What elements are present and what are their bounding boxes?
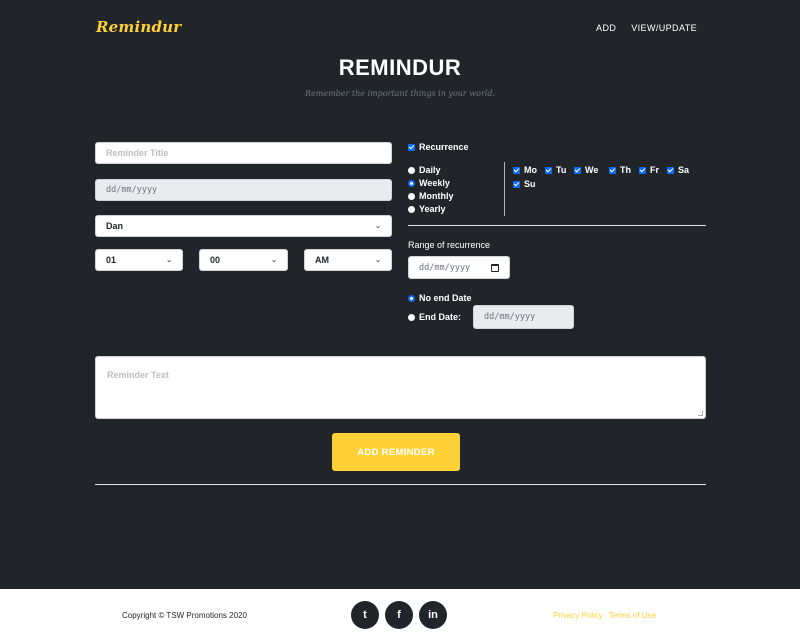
- top-nav: ADD VIEW/UPDATE: [596, 23, 697, 33]
- resize-handle-icon[interactable]: [698, 411, 703, 416]
- brand-logo[interactable]: Remindur: [96, 18, 181, 36]
- calendar-icon[interactable]: [491, 263, 499, 272]
- nav-view-update-link[interactable]: VIEW/UPDATE: [631, 23, 697, 33]
- radio-icon: [408, 205, 415, 213]
- hour-select-value: 01: [106, 255, 117, 265]
- vertical-divider: [504, 162, 505, 216]
- recurrence-checkbox[interactable]: Recurrence: [408, 142, 469, 152]
- linkedin-icon[interactable]: in: [419, 601, 447, 629]
- frequency-yearly-radio[interactable]: Yearly: [408, 204, 446, 214]
- reminder-title-input[interactable]: Reminder Title: [95, 142, 392, 164]
- page-title: REMINDUR: [338, 55, 462, 80]
- end-date-radio[interactable]: End Date:: [408, 312, 461, 322]
- frequency-daily-radio[interactable]: Daily: [408, 165, 441, 175]
- ampm-select-value: AM: [315, 255, 329, 265]
- copyright-text: Copyright © TSW Promotions 2020: [122, 611, 247, 620]
- frequency-label: Yearly: [419, 204, 446, 214]
- footer: Copyright © TSW Promotions 2020 t f in P…: [0, 589, 800, 644]
- minute-select-value: 00: [210, 255, 221, 265]
- add-reminder-button[interactable]: ADD REMINDER: [332, 433, 460, 471]
- facebook-icon[interactable]: f: [385, 601, 413, 629]
- day-label: Th: [620, 165, 631, 175]
- minute-select[interactable]: 00 ⌄: [199, 249, 288, 271]
- radio-icon: [408, 166, 415, 174]
- chevron-down-icon: ⌄: [375, 223, 381, 230]
- day-su-checkbox[interactable]: Su: [513, 179, 536, 189]
- radio-selected-icon: [408, 179, 415, 187]
- range-start-placeholder: dd/mm/yyyy: [419, 262, 471, 273]
- chevron-down-icon: ⌄: [166, 257, 172, 264]
- checkbox-checked-icon: [408, 143, 415, 151]
- day-label: Mo: [524, 165, 537, 175]
- end-date-label: End Date:: [419, 312, 462, 322]
- reminder-date-input[interactable]: dd/mm/yyyy: [95, 179, 392, 201]
- twitter-icon[interactable]: t: [351, 601, 379, 629]
- checkbox-checked-icon: [545, 166, 552, 174]
- day-tu-checkbox[interactable]: Tu: [545, 165, 566, 175]
- person-select-value: Dan: [106, 221, 124, 231]
- frequency-label: Weekly: [419, 178, 450, 188]
- ampm-select[interactable]: AM ⌄: [304, 249, 392, 271]
- range-of-recurrence-label: Range of recurrence: [408, 240, 491, 250]
- day-th-checkbox[interactable]: Th: [609, 165, 631, 175]
- range-start-date-input[interactable]: dd/mm/yyyy: [408, 256, 510, 279]
- checkbox-checked-icon: [574, 166, 581, 174]
- chevron-down-icon: ⌄: [375, 257, 381, 264]
- day-fr-checkbox[interactable]: Fr: [639, 165, 659, 175]
- no-end-date-label: No end Date: [419, 293, 472, 303]
- checkbox-checked-icon: [513, 166, 520, 174]
- checkbox-checked-icon: [667, 166, 674, 174]
- form-bottom-divider: [95, 484, 706, 485]
- frequency-label: Monthly: [419, 191, 454, 201]
- no-end-date-radio[interactable]: No end Date: [408, 293, 472, 303]
- checkbox-checked-icon: [639, 166, 646, 174]
- radio-icon: [408, 313, 415, 321]
- hour-select[interactable]: 01 ⌄: [95, 249, 183, 271]
- day-label: Sa: [678, 165, 690, 175]
- page-subtitle: Remember the important things in your wo…: [305, 89, 495, 98]
- radio-icon: [408, 192, 415, 200]
- checkbox-checked-icon: [609, 166, 616, 174]
- recurrence-label: Recurrence: [419, 142, 469, 152]
- reminder-text-input[interactable]: Reminder Text: [95, 356, 706, 419]
- day-label: Fr: [650, 165, 659, 175]
- footer-links: Privacy Policy Terms of Use: [553, 611, 656, 620]
- frequency-weekly-radio[interactable]: Weekly: [408, 178, 450, 188]
- social-links: t f in: [351, 601, 447, 629]
- day-we-checkbox[interactable]: We: [574, 165, 598, 175]
- day-mo-checkbox[interactable]: Mo: [513, 165, 537, 175]
- frequency-label: Daily: [419, 165, 441, 175]
- frequency-monthly-radio[interactable]: Monthly: [408, 191, 454, 201]
- nav-add-link[interactable]: ADD: [596, 23, 616, 33]
- terms-of-use-link[interactable]: Terms of Use: [609, 611, 656, 620]
- reminder-text-placeholder: Reminder Text: [107, 370, 169, 380]
- day-label: We: [585, 165, 599, 175]
- checkbox-checked-icon: [513, 180, 520, 188]
- recurrence-divider: [408, 225, 706, 226]
- day-label: Su: [524, 179, 536, 189]
- day-sa-checkbox[interactable]: Sa: [667, 165, 689, 175]
- radio-selected-icon: [408, 294, 415, 302]
- chevron-down-icon: ⌄: [271, 257, 277, 264]
- person-select[interactable]: Dan ⌄: [95, 215, 392, 237]
- end-date-input[interactable]: dd/mm/yyyy: [473, 305, 574, 329]
- day-label: Tu: [556, 165, 567, 175]
- privacy-policy-link[interactable]: Privacy Policy: [553, 611, 603, 620]
